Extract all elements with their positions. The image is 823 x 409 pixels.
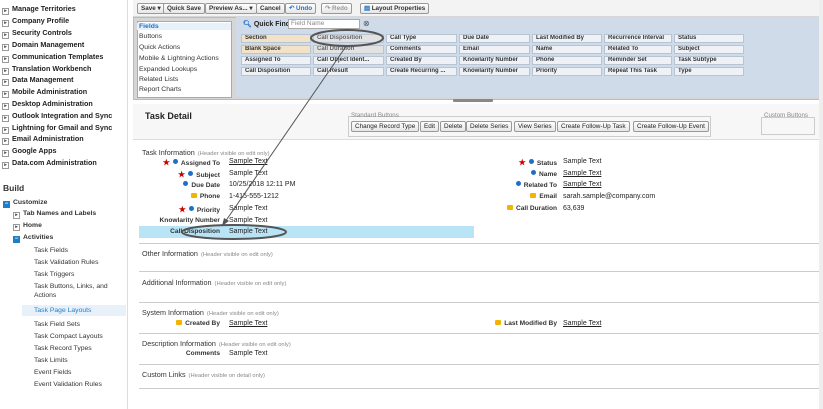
- palette-call-disposition-highlight: [310, 29, 384, 47]
- drag-arrow-line: [224, 44, 348, 223]
- drag-annotation-overlay: [181, 29, 384, 240]
- layout-call-disposition-highlight: [181, 224, 287, 240]
